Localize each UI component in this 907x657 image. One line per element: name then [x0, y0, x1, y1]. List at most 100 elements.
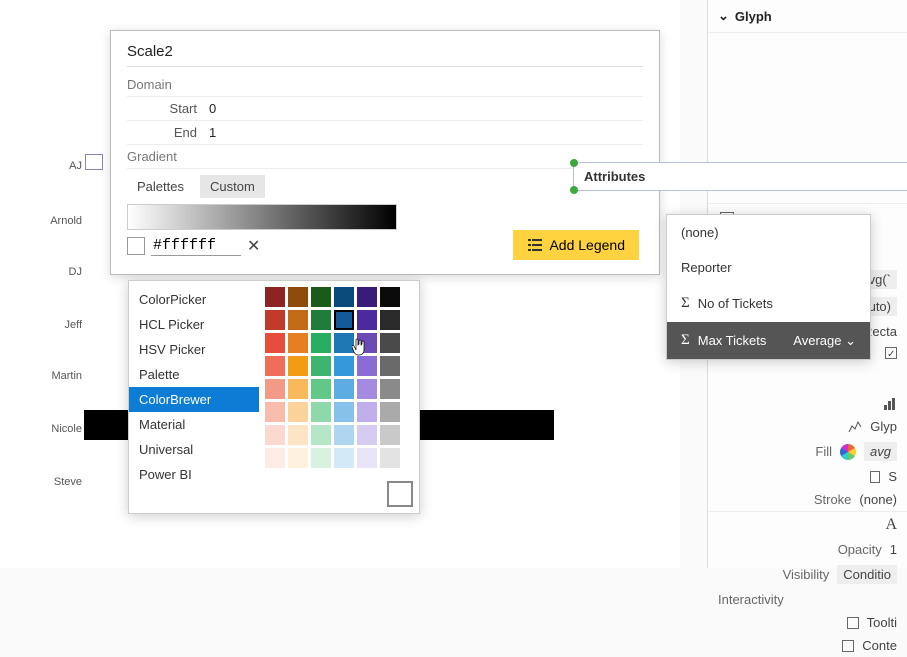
color-swatch[interactable]: [265, 333, 285, 353]
rect-icon: [870, 471, 880, 483]
picker-type-colorbrewer[interactable]: ColorBrewer: [129, 387, 259, 412]
picker-type-palette[interactable]: Palette: [129, 362, 259, 387]
end-value[interactable]: 1: [209, 125, 643, 140]
start-value[interactable]: 0: [209, 101, 643, 116]
clear-icon[interactable]: ✕: [247, 236, 260, 256]
picker-type-hsv[interactable]: HSV Picker: [129, 337, 259, 362]
scale-dialog: Scale2 Domain Start 0 End 1 Gradient Pal…: [110, 30, 660, 275]
color-swatch[interactable]: [357, 310, 377, 330]
context-checkbox[interactable]: [842, 640, 854, 652]
visibility-label: Visibility: [783, 567, 830, 582]
color-swatch[interactable]: [357, 287, 377, 307]
color-swatch[interactable]: [265, 448, 285, 468]
picker-type-material[interactable]: Material: [129, 412, 259, 437]
attributes-header[interactable]: Attributes: [573, 162, 907, 191]
aggregate-selector[interactable]: Average ⌄: [793, 333, 856, 349]
picker-type-universal[interactable]: Universal: [129, 437, 259, 462]
s-label: S: [888, 469, 897, 484]
color-swatch[interactable]: [288, 333, 308, 353]
color-swatch[interactable]: [265, 379, 285, 399]
start-label: Start: [127, 101, 197, 116]
color-swatch[interactable]: [311, 402, 331, 422]
color-swatch[interactable]: [288, 402, 308, 422]
color-swatch[interactable]: [380, 287, 400, 307]
resize-handle-icon[interactable]: [570, 159, 578, 167]
legend-icon: [527, 237, 543, 253]
color-swatch[interactable]: [334, 448, 354, 468]
hex-input[interactable]: [151, 236, 241, 256]
color-swatch[interactable]: [380, 379, 400, 399]
color-swatch[interactable]: [334, 287, 354, 307]
picker-type-hcl[interactable]: HCL Picker: [129, 312, 259, 337]
stroke-value[interactable]: (none): [859, 492, 897, 507]
color-swatch[interactable]: [265, 356, 285, 376]
axis-label: Jeff: [46, 319, 82, 331]
color-swatch[interactable]: [265, 287, 285, 307]
stroke-label: Stroke: [814, 492, 852, 507]
color-swatch[interactable]: [311, 356, 331, 376]
color-swatch[interactable]: [265, 425, 285, 445]
axis-label: Nicole: [46, 423, 82, 435]
hex-swatch[interactable]: [127, 237, 145, 255]
checkbox-on[interactable]: [885, 347, 897, 359]
color-swatch[interactable]: [288, 310, 308, 330]
color-swatch[interactable]: [311, 310, 331, 330]
color-swatch[interactable]: [334, 402, 354, 422]
color-swatch[interactable]: [311, 333, 331, 353]
glyph-header[interactable]: ⌄ Glyph: [708, 0, 907, 33]
color-swatch[interactable]: [265, 402, 285, 422]
add-legend-button[interactable]: Add Legend: [513, 230, 639, 260]
axis-label: Arnold: [46, 215, 82, 227]
s-item[interactable]: S: [708, 465, 907, 488]
color-swatch[interactable]: [288, 287, 308, 307]
color-swatch[interactable]: [288, 356, 308, 376]
color-swatch[interactable]: [380, 448, 400, 468]
picker-type-colorpicker[interactable]: ColorPicker: [129, 287, 259, 312]
chart-icon: [883, 397, 897, 411]
tab-palettes[interactable]: Palettes: [127, 175, 194, 198]
resize-handle-icon[interactable]: [570, 186, 578, 194]
color-swatch[interactable]: [311, 379, 331, 399]
tab-custom[interactable]: Custom: [200, 175, 265, 198]
color-swatch[interactable]: [265, 310, 285, 330]
glyph-list-item[interactable]: [708, 393, 907, 415]
color-swatch[interactable]: [380, 356, 400, 376]
text-icon[interactable]: A: [885, 516, 897, 534]
color-swatch[interactable]: [380, 333, 400, 353]
color-swatch[interactable]: [311, 425, 331, 445]
color-swatch[interactable]: [288, 425, 308, 445]
color-swatch[interactable]: [357, 356, 377, 376]
opacity-label: Opacity: [838, 542, 882, 557]
color-swatch[interactable]: [311, 448, 331, 468]
color-swatch[interactable]: [334, 379, 354, 399]
color-swatch[interactable]: [380, 425, 400, 445]
color-swatch[interactable]: [288, 379, 308, 399]
picker-type-powerbi[interactable]: Power BI: [129, 462, 259, 487]
color-swatch[interactable]: [357, 425, 377, 445]
color-swatch[interactable]: [288, 448, 308, 468]
glyph-item-label: Glyp: [870, 419, 897, 434]
color-swatch[interactable]: [357, 448, 377, 468]
picker-type-list: ColorPicker HCL Picker HSV Picker Palett…: [129, 281, 259, 513]
color-swatch[interactable]: [311, 287, 331, 307]
tooltip-checkbox[interactable]: [847, 617, 859, 629]
color-swatch[interactable]: [334, 333, 354, 353]
fill-value[interactable]: avg: [870, 444, 891, 459]
color-swatch[interactable]: [357, 333, 377, 353]
field-tickets[interactable]: Σ No of Tickets: [667, 285, 870, 322]
palette-icon[interactable]: [840, 444, 856, 460]
axis-label: Martin: [46, 370, 82, 382]
color-swatch[interactable]: [334, 310, 354, 330]
gradient-preview[interactable]: [127, 204, 397, 230]
field-reporter[interactable]: Reporter: [667, 250, 870, 285]
field-max-tickets[interactable]: Σ Max Tickets Average ⌄: [667, 322, 870, 359]
color-swatch[interactable]: [334, 356, 354, 376]
color-swatch[interactable]: [357, 402, 377, 422]
color-swatch[interactable]: [357, 379, 377, 399]
color-swatch[interactable]: [380, 310, 400, 330]
field-none[interactable]: (none): [667, 215, 870, 250]
glyph-list-item[interactable]: Glyp: [708, 415, 907, 438]
color-swatch[interactable]: [334, 425, 354, 445]
opacity-value[interactable]: 1: [890, 542, 897, 557]
color-swatch[interactable]: [380, 402, 400, 422]
